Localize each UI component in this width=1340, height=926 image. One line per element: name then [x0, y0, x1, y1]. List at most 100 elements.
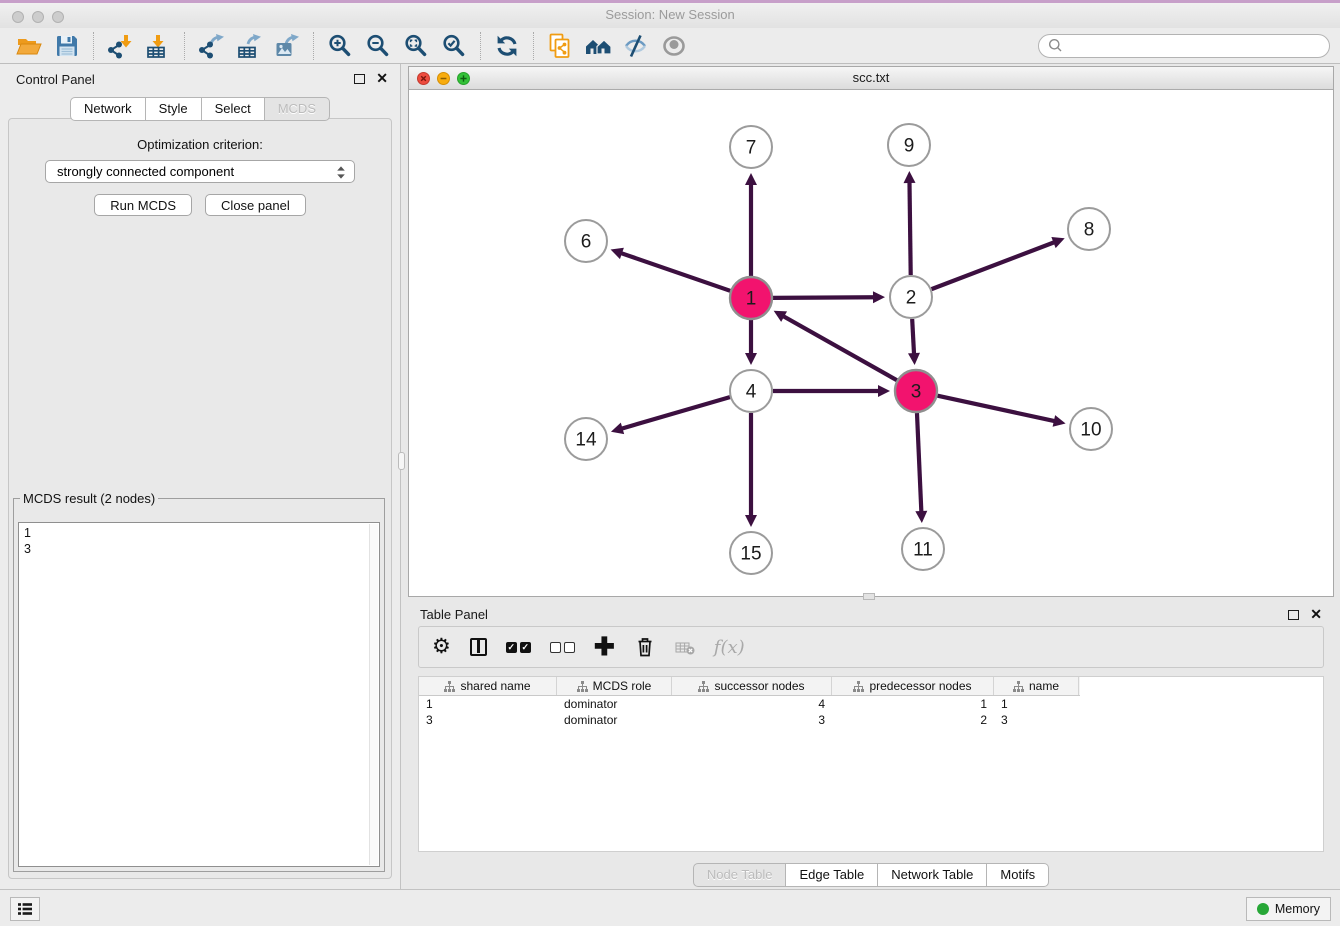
import-network-button[interactable]: [101, 31, 139, 61]
zoom-network-icon[interactable]: [457, 72, 470, 85]
close-panel-icon[interactable]: ✕: [376, 73, 388, 84]
edge-3-10[interactable]: [937, 396, 1065, 427]
minimize-window-icon[interactable]: [32, 11, 44, 23]
table-tab-network-table[interactable]: Network Table: [878, 863, 987, 887]
column-chooser-icon[interactable]: [470, 632, 487, 662]
zoom-window-icon[interactable]: [52, 11, 64, 23]
column-header-name[interactable]: name: [994, 677, 1079, 695]
main-area: Control Panel ✕ NetworkStyleSelectMCDS O…: [0, 64, 1340, 889]
edge-3-1[interactable]: [774, 311, 897, 380]
tab-network[interactable]: Network: [70, 97, 146, 121]
export-table-button[interactable]: [230, 31, 268, 61]
edge-4-15[interactable]: [745, 413, 757, 527]
horizontal-splitter-handle[interactable]: [863, 593, 875, 600]
table-row[interactable]: 3dominator323: [419, 712, 1323, 728]
homes-icon: [584, 33, 612, 59]
node-14[interactable]: 14: [565, 418, 607, 460]
table-tab-motifs[interactable]: Motifs: [987, 863, 1049, 887]
new-network-from-selection-button[interactable]: [541, 31, 579, 61]
result-scrollbar[interactable]: [369, 524, 378, 865]
edge-4-14[interactable]: [611, 397, 730, 434]
network-window-titlebar[interactable]: scc.txt: [409, 67, 1333, 90]
table-cell[interactable]: 3: [994, 713, 1079, 727]
select-all-icon[interactable]: ✓✓: [506, 632, 531, 662]
node-15[interactable]: 15: [730, 532, 772, 574]
minimize-network-icon[interactable]: [437, 72, 450, 85]
tab-mcds[interactable]: MCDS: [265, 97, 330, 121]
vertical-splitter-handle[interactable]: [398, 452, 405, 470]
svg-text:1: 1: [746, 289, 757, 310]
table-cell[interactable]: dominator: [557, 713, 672, 727]
delete-column-icon[interactable]: [634, 632, 656, 662]
column-header-predecessor-nodes[interactable]: predecessor nodes: [832, 677, 994, 695]
network-canvas[interactable]: 1 2 3 4 6 7 8 9 10 11 14 15: [409, 90, 1333, 596]
float-panel-icon[interactable]: [354, 74, 365, 84]
node-8[interactable]: 8: [1068, 208, 1110, 250]
node-6[interactable]: 6: [565, 220, 607, 262]
table-cell[interactable]: 4: [672, 697, 832, 711]
edge-4-3[interactable]: [773, 385, 890, 397]
home-button[interactable]: [579, 31, 617, 61]
table-tab-node-table[interactable]: Node Table: [693, 863, 787, 887]
criterion-dropdown[interactable]: strongly connected component: [45, 160, 355, 183]
node-3[interactable]: 3: [895, 370, 937, 412]
table-cell[interactable]: 3: [672, 713, 832, 727]
task-history-button[interactable]: [10, 897, 40, 921]
table-cell[interactable]: 2: [832, 713, 994, 727]
show-all-button[interactable]: [655, 31, 693, 61]
close-table-panel-icon[interactable]: ✕: [1310, 609, 1322, 620]
save-session-button[interactable]: [48, 31, 86, 61]
column-header-successor-nodes[interactable]: successor nodes: [672, 677, 832, 695]
edge-1-4[interactable]: [745, 320, 757, 365]
table-tab-edge-table[interactable]: Edge Table: [786, 863, 878, 887]
node-7[interactable]: 7: [730, 126, 772, 168]
deselect-all-icon[interactable]: [550, 632, 575, 662]
tab-style[interactable]: Style: [146, 97, 202, 121]
zoom-selected-button[interactable]: [435, 31, 473, 61]
edge-1-6[interactable]: [611, 248, 731, 291]
search-input[interactable]: [1063, 37, 1320, 54]
table-row[interactable]: 1dominator411: [419, 696, 1323, 712]
table-cell[interactable]: 1: [419, 697, 557, 711]
table-cell[interactable]: dominator: [557, 697, 672, 711]
close-network-icon[interactable]: [417, 72, 430, 85]
export-network-button[interactable]: [192, 31, 230, 61]
edge-3-11[interactable]: [915, 413, 927, 523]
close-panel-button[interactable]: Close panel: [205, 194, 306, 216]
edge-2-3[interactable]: [908, 319, 920, 365]
edge-2-8[interactable]: [932, 237, 1065, 289]
zoom-in-button[interactable]: [321, 31, 359, 61]
import-table-button[interactable]: [139, 31, 177, 61]
zoom-fit-button[interactable]: [397, 31, 435, 61]
mcds-result-list[interactable]: 13: [18, 522, 380, 867]
open-session-button[interactable]: [10, 31, 48, 61]
table-cell[interactable]: 1: [994, 697, 1079, 711]
node-10[interactable]: 10: [1070, 408, 1112, 450]
edge-2-9[interactable]: [904, 171, 916, 275]
edge-1-2[interactable]: [773, 291, 885, 303]
search-box[interactable]: [1038, 34, 1330, 58]
run-mcds-button[interactable]: Run MCDS: [94, 194, 192, 216]
memory-button[interactable]: Memory: [1246, 897, 1331, 921]
float-table-panel-icon[interactable]: [1288, 610, 1299, 620]
export-image-button[interactable]: [268, 31, 306, 61]
table-cell[interactable]: 3: [419, 713, 557, 727]
column-header-shared-name[interactable]: shared name: [419, 677, 557, 695]
close-window-icon[interactable]: [12, 11, 24, 23]
node-1[interactable]: 1: [730, 277, 772, 319]
add-column-icon[interactable]: ✚: [594, 632, 615, 662]
edge-1-7[interactable]: [745, 173, 757, 276]
dropdown-stepper-icon: [335, 164, 347, 184]
table-cell[interactable]: 1: [832, 697, 994, 711]
column-header-mcds-role[interactable]: MCDS role: [557, 677, 672, 695]
zoom-out-button[interactable]: [359, 31, 397, 61]
tab-select[interactable]: Select: [202, 97, 265, 121]
node-4[interactable]: 4: [730, 370, 772, 412]
node-2[interactable]: 2: [890, 276, 932, 318]
memory-status-icon: [1257, 903, 1269, 915]
settings-gear-icon[interactable]: ⚙: [432, 632, 451, 662]
node-11[interactable]: 11: [902, 528, 944, 570]
node-9[interactable]: 9: [888, 124, 930, 166]
hide-selected-button[interactable]: [617, 31, 655, 61]
refresh-button[interactable]: [488, 31, 526, 61]
